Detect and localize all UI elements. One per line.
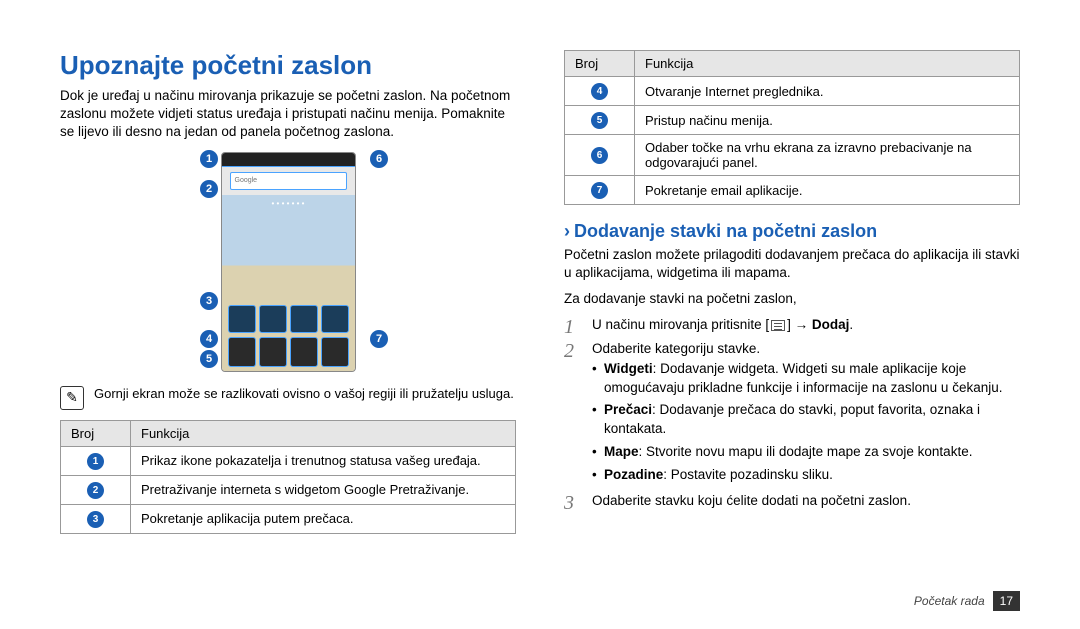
row-desc: Odaber točke na vrhu ekrana za izravno p… [635, 135, 1020, 176]
chevron-icon: › [564, 221, 570, 242]
row-desc: Otvaranje Internet preglednika. [635, 77, 1020, 106]
table-row: 6 Odaber točke na vrhu ekrana za izravno… [565, 135, 1020, 176]
row-num: 2 [87, 482, 104, 499]
th-num: Broj [565, 51, 635, 77]
step-1: 1 U načinu mirovanja pritisnite [] → Dod… [564, 317, 1020, 337]
row-desc: Pristup načinu menija. [635, 106, 1020, 135]
row-num: 5 [591, 112, 608, 129]
row-num: 1 [87, 453, 104, 470]
sub-p1: Početni zaslon možete prilagoditi dodava… [564, 246, 1020, 282]
callout-2: 2 [200, 180, 218, 198]
row-num: 3 [87, 511, 104, 528]
row-num: 6 [591, 147, 608, 164]
step-2: 2 Odaberite kategoriju stavke. Widgeti: … [564, 341, 1020, 489]
note-icon: ✎ [60, 386, 84, 410]
footer-label: Početak rada [914, 594, 985, 608]
callout-1: 1 [200, 150, 218, 168]
subsection-heading: › Dodavanje stavki na početni zaslon [564, 221, 1020, 242]
phone-illustration: 1 2 3 4 5 6 7 Google • • • • • • • [60, 152, 516, 372]
table-row: 4 Otvaranje Internet preglednika. [565, 77, 1020, 106]
row-desc: Prikaz ikone pokazatelja i trenutnog sta… [131, 446, 516, 475]
page-footer: Početak rada 17 [914, 591, 1020, 611]
row-desc: Pretraživanje interneta s widgetom Googl… [131, 475, 516, 504]
page-title: Upoznajte početni zaslon [60, 50, 516, 81]
table-row: 7 Pokretanje email aplikacije. [565, 176, 1020, 205]
row-num: 4 [591, 83, 608, 100]
intro-text: Dok je uređaj u načinu mirovanja prikazu… [60, 87, 516, 142]
sub-p2: Za dodavanje stavki na početni zaslon, [564, 290, 1020, 308]
th-num: Broj [61, 420, 131, 446]
phone-search-widget: Google [230, 172, 347, 190]
menu-icon [771, 320, 785, 331]
callout-6: 6 [370, 150, 388, 168]
callout-5: 5 [200, 350, 218, 368]
th-func: Funkcija [635, 51, 1020, 77]
row-desc: Pokretanje email aplikacije. [635, 176, 1020, 205]
callout-4: 4 [200, 330, 218, 348]
bullet-mape: Mape: Stvorite novu mapu ili dodajte map… [592, 443, 1020, 462]
step-3: 3 Odaberite stavku koju ćelite dodati na… [564, 493, 1020, 513]
callout-3: 3 [200, 292, 218, 310]
function-table-right: Broj Funkcija 4 Otvaranje Internet pregl… [564, 50, 1020, 205]
note-text: Gornji ekran može se razlikovati ovisno … [94, 386, 514, 401]
bullet-precaci: Prečaci: Dodavanje prečaca do stavki, po… [592, 401, 1020, 439]
note-block: ✎ Gornji ekran može se razlikovati ovisn… [60, 386, 516, 410]
bullet-pozadine: Pozadine: Postavite pozadinsku sliku. [592, 466, 1020, 485]
function-table-left: Broj Funkcija 1 Prikaz ikone pokazatelja… [60, 420, 516, 534]
callout-7: 7 [370, 330, 388, 348]
table-row: 2 Pretraživanje interneta s widgetom Goo… [61, 475, 516, 504]
row-desc: Pokretanje aplikacija putem prečaca. [131, 504, 516, 533]
row-num: 7 [591, 182, 608, 199]
table-row: 1 Prikaz ikone pokazatelja i trenutnog s… [61, 446, 516, 475]
bullet-widgeti: Widgeti: Dodavanje widgeta. Widgeti su m… [592, 360, 1020, 398]
table-row: 3 Pokretanje aplikacija putem prečaca. [61, 504, 516, 533]
th-func: Funkcija [131, 420, 516, 446]
table-row: 5 Pristup načinu menija. [565, 106, 1020, 135]
page-number: 17 [993, 591, 1020, 611]
